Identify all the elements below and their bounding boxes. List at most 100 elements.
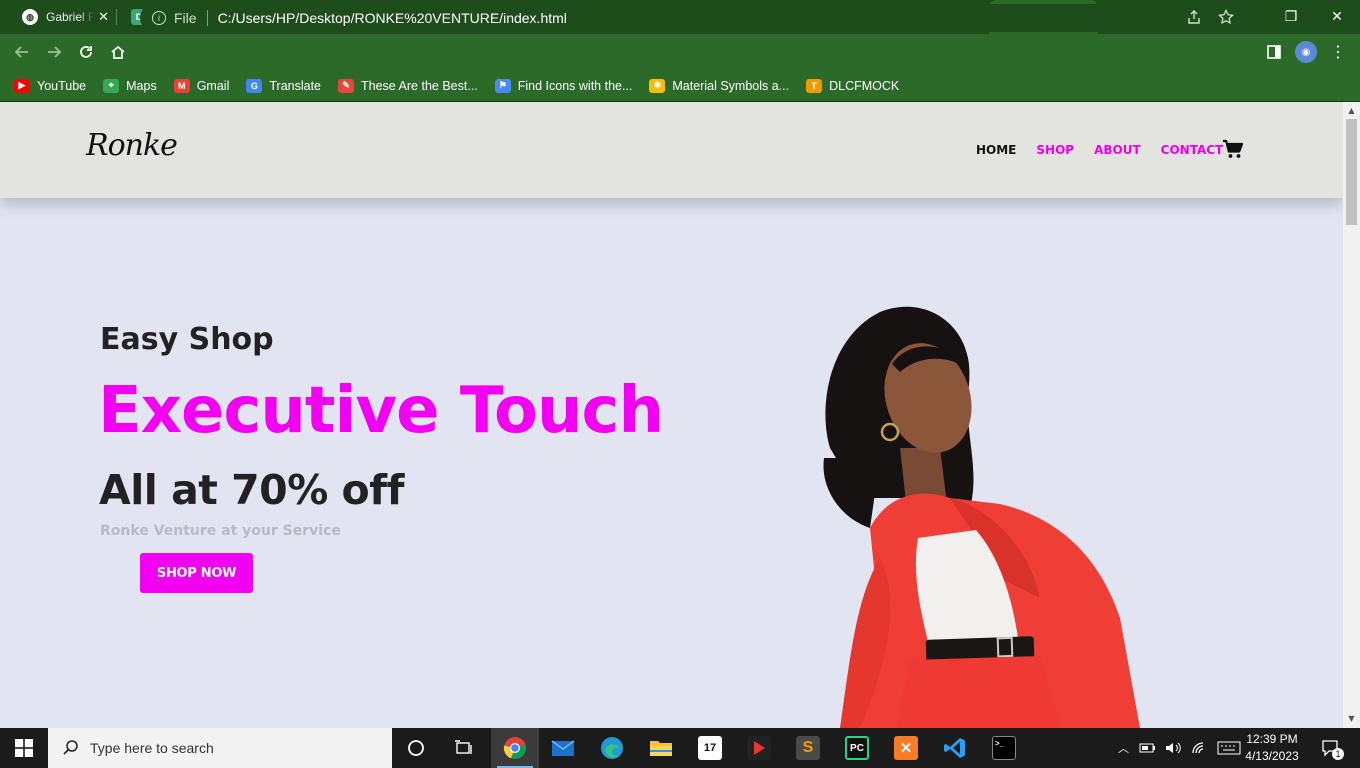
- reload-button[interactable]: [70, 36, 102, 68]
- nav-link-about[interactable]: ABOUT: [1094, 143, 1141, 157]
- shop-now-button[interactable]: SHOP NOW: [140, 553, 253, 593]
- taskbar-edge[interactable]: [588, 728, 636, 768]
- taskbar-search-placeholder: Type here to search: [90, 740, 214, 756]
- file-explorer-icon: [650, 741, 672, 756]
- sublime-icon: S: [796, 736, 820, 760]
- notification-badge: 1: [1332, 748, 1344, 760]
- bookmark-label: Maps: [126, 78, 157, 93]
- material-icon: ✱: [649, 78, 666, 93]
- cart-icon[interactable]: [1222, 138, 1244, 160]
- reload-icon: [80, 46, 92, 58]
- taskbar-sublime[interactable]: S: [784, 728, 832, 768]
- address-bar[interactable]: i File C:/Users/HP/Desktop/RONKE%20VENTU…: [140, 4, 1250, 32]
- browser-tab[interactable]: ◍ Gabriel F✕: [8, 0, 117, 34]
- edge-icon: [601, 737, 623, 759]
- flag-icon: ⚑: [494, 78, 511, 93]
- taskbar-chrome[interactable]: [491, 728, 539, 768]
- bookmark-item[interactable]: T DLCFMOCK: [806, 78, 900, 93]
- bookmark-item[interactable]: ⌖ Maps: [103, 78, 157, 93]
- bookmark-label: Find Icons with the...: [517, 78, 633, 93]
- vscode-icon: [944, 738, 965, 758]
- translate-icon: G: [246, 78, 263, 93]
- clock-time: 12:39 PM: [1246, 732, 1298, 746]
- show-hidden-icons-icon[interactable]: ︿: [1118, 740, 1129, 756]
- profile-avatar-icon: ◉: [1295, 41, 1317, 63]
- terminal-icon: >_: [992, 736, 1016, 760]
- bookmark-item[interactable]: ▶ YouTube: [14, 78, 86, 93]
- taskbar-mail[interactable]: [539, 728, 587, 768]
- bookmark-item[interactable]: M Gmail: [173, 78, 229, 93]
- bookmark-item[interactable]: ✱ Material Symbols a...: [649, 78, 789, 93]
- side-panel-icon: [1267, 45, 1281, 59]
- notification-center-button[interactable]: 1: [1318, 728, 1344, 768]
- media-icon: [747, 736, 771, 760]
- keyboard-icon[interactable]: [1217, 741, 1241, 755]
- nav-link-shop[interactable]: SHOP: [1036, 143, 1074, 157]
- volume-icon[interactable]: [1165, 741, 1183, 755]
- search-icon: [63, 740, 78, 755]
- address-url[interactable]: C:/Users/HP/Desktop/RONKE%20VENTURE/inde…: [218, 10, 567, 26]
- site-header: Ronke HOME SHOP ABOUT CONTACT: [0, 102, 1343, 198]
- page-scrollbar[interactable]: ▲ ▼: [1343, 102, 1360, 728]
- taskbar-file-explorer[interactable]: [637, 728, 685, 768]
- bookmark-item[interactable]: ✎ These Are the Best...: [338, 78, 478, 93]
- nav-link-home[interactable]: HOME: [976, 143, 1016, 157]
- taskbar-tradingview[interactable]: 17: [686, 728, 734, 768]
- taskbar-pycharm[interactable]: PC: [833, 728, 881, 768]
- bookmarks-bar: ▶ YouTube ⌖ Maps M Gmail G Translate ✎ These Are …: [0, 70, 1360, 102]
- scroll-down-icon[interactable]: ▼: [1347, 714, 1356, 723]
- taskbar-search[interactable]: Type here to search: [48, 728, 392, 768]
- dlcf-icon: T: [806, 78, 823, 93]
- gmail-icon: M: [173, 78, 190, 93]
- site-logo[interactable]: Ronke: [86, 128, 178, 163]
- cortana-icon: [408, 740, 424, 756]
- bookmark-star-icon[interactable]: [1218, 8, 1234, 28]
- nav-link-contact[interactable]: CONTACT: [1161, 143, 1224, 157]
- close-window-button[interactable]: ✕: [1314, 0, 1360, 34]
- bookmark-label: These Are the Best...: [361, 78, 478, 93]
- home-button[interactable]: [102, 36, 134, 68]
- scroll-up-icon[interactable]: ▲: [1347, 106, 1356, 115]
- taskbar-xampp[interactable]: ✕: [882, 728, 930, 768]
- wifi-icon[interactable]: [1191, 741, 1209, 755]
- xampp-icon: ✕: [894, 736, 918, 760]
- pycharm-icon: PC: [845, 736, 869, 760]
- bookmark-item[interactable]: ⚑ Find Icons with the...: [494, 78, 633, 93]
- address-scheme-label: File: [174, 10, 197, 26]
- system-tray: ︿: [1118, 728, 1241, 768]
- page-viewport: Ronke HOME SHOP ABOUT CONTACT Easy Shop Exe…: [0, 102, 1343, 728]
- start-button[interactable]: [0, 728, 48, 768]
- taskbar-vscode[interactable]: [931, 728, 979, 768]
- maps-icon: ⌖: [103, 78, 120, 93]
- scrollbar-thumb[interactable]: [1346, 119, 1357, 225]
- hero-subtitle: Easy Shop: [100, 322, 274, 357]
- mail-icon: [551, 740, 575, 756]
- tab-title: Gabriel F: [46, 10, 95, 24]
- bookmark-item[interactable]: G Translate: [246, 78, 322, 93]
- profile-button[interactable]: ◉: [1290, 34, 1322, 70]
- site-info-icon[interactable]: i: [152, 11, 166, 25]
- forward-button[interactable]: [38, 36, 70, 68]
- bookmark-label: DLCFMOCK: [829, 78, 900, 93]
- browser-menu-button[interactable]: ⋮: [1322, 34, 1354, 70]
- taskbar-media[interactable]: [735, 728, 783, 768]
- cortana-button[interactable]: [392, 728, 440, 768]
- bookmark-label: Translate: [269, 78, 322, 93]
- taskbar-terminal[interactable]: >_: [980, 728, 1028, 768]
- windows-logo-icon: [15, 739, 33, 757]
- back-button[interactable]: [6, 36, 38, 68]
- main-nav: HOME SHOP ABOUT CONTACT: [976, 143, 1243, 157]
- restore-button[interactable]: ❐: [1268, 0, 1314, 34]
- clock-date: 4/13/2023: [1245, 749, 1299, 763]
- more-vertical-icon: ⋮: [1330, 42, 1346, 61]
- side-panel-button[interactable]: [1258, 34, 1290, 70]
- task-view-button[interactable]: [440, 728, 488, 768]
- windows-taskbar: Type here to search 17 S PC ✕ >_ ︿ 12:39…: [0, 728, 1360, 768]
- tradingview-icon: 17: [698, 736, 722, 760]
- battery-icon[interactable]: [1139, 741, 1157, 755]
- share-icon[interactable]: [1186, 9, 1202, 28]
- taskbar-clock[interactable]: 12:39 PM 4/13/2023: [1240, 731, 1304, 765]
- task-view-icon: [455, 740, 472, 754]
- close-tab-icon[interactable]: ✕: [98, 9, 109, 25]
- home-icon: [111, 45, 125, 59]
